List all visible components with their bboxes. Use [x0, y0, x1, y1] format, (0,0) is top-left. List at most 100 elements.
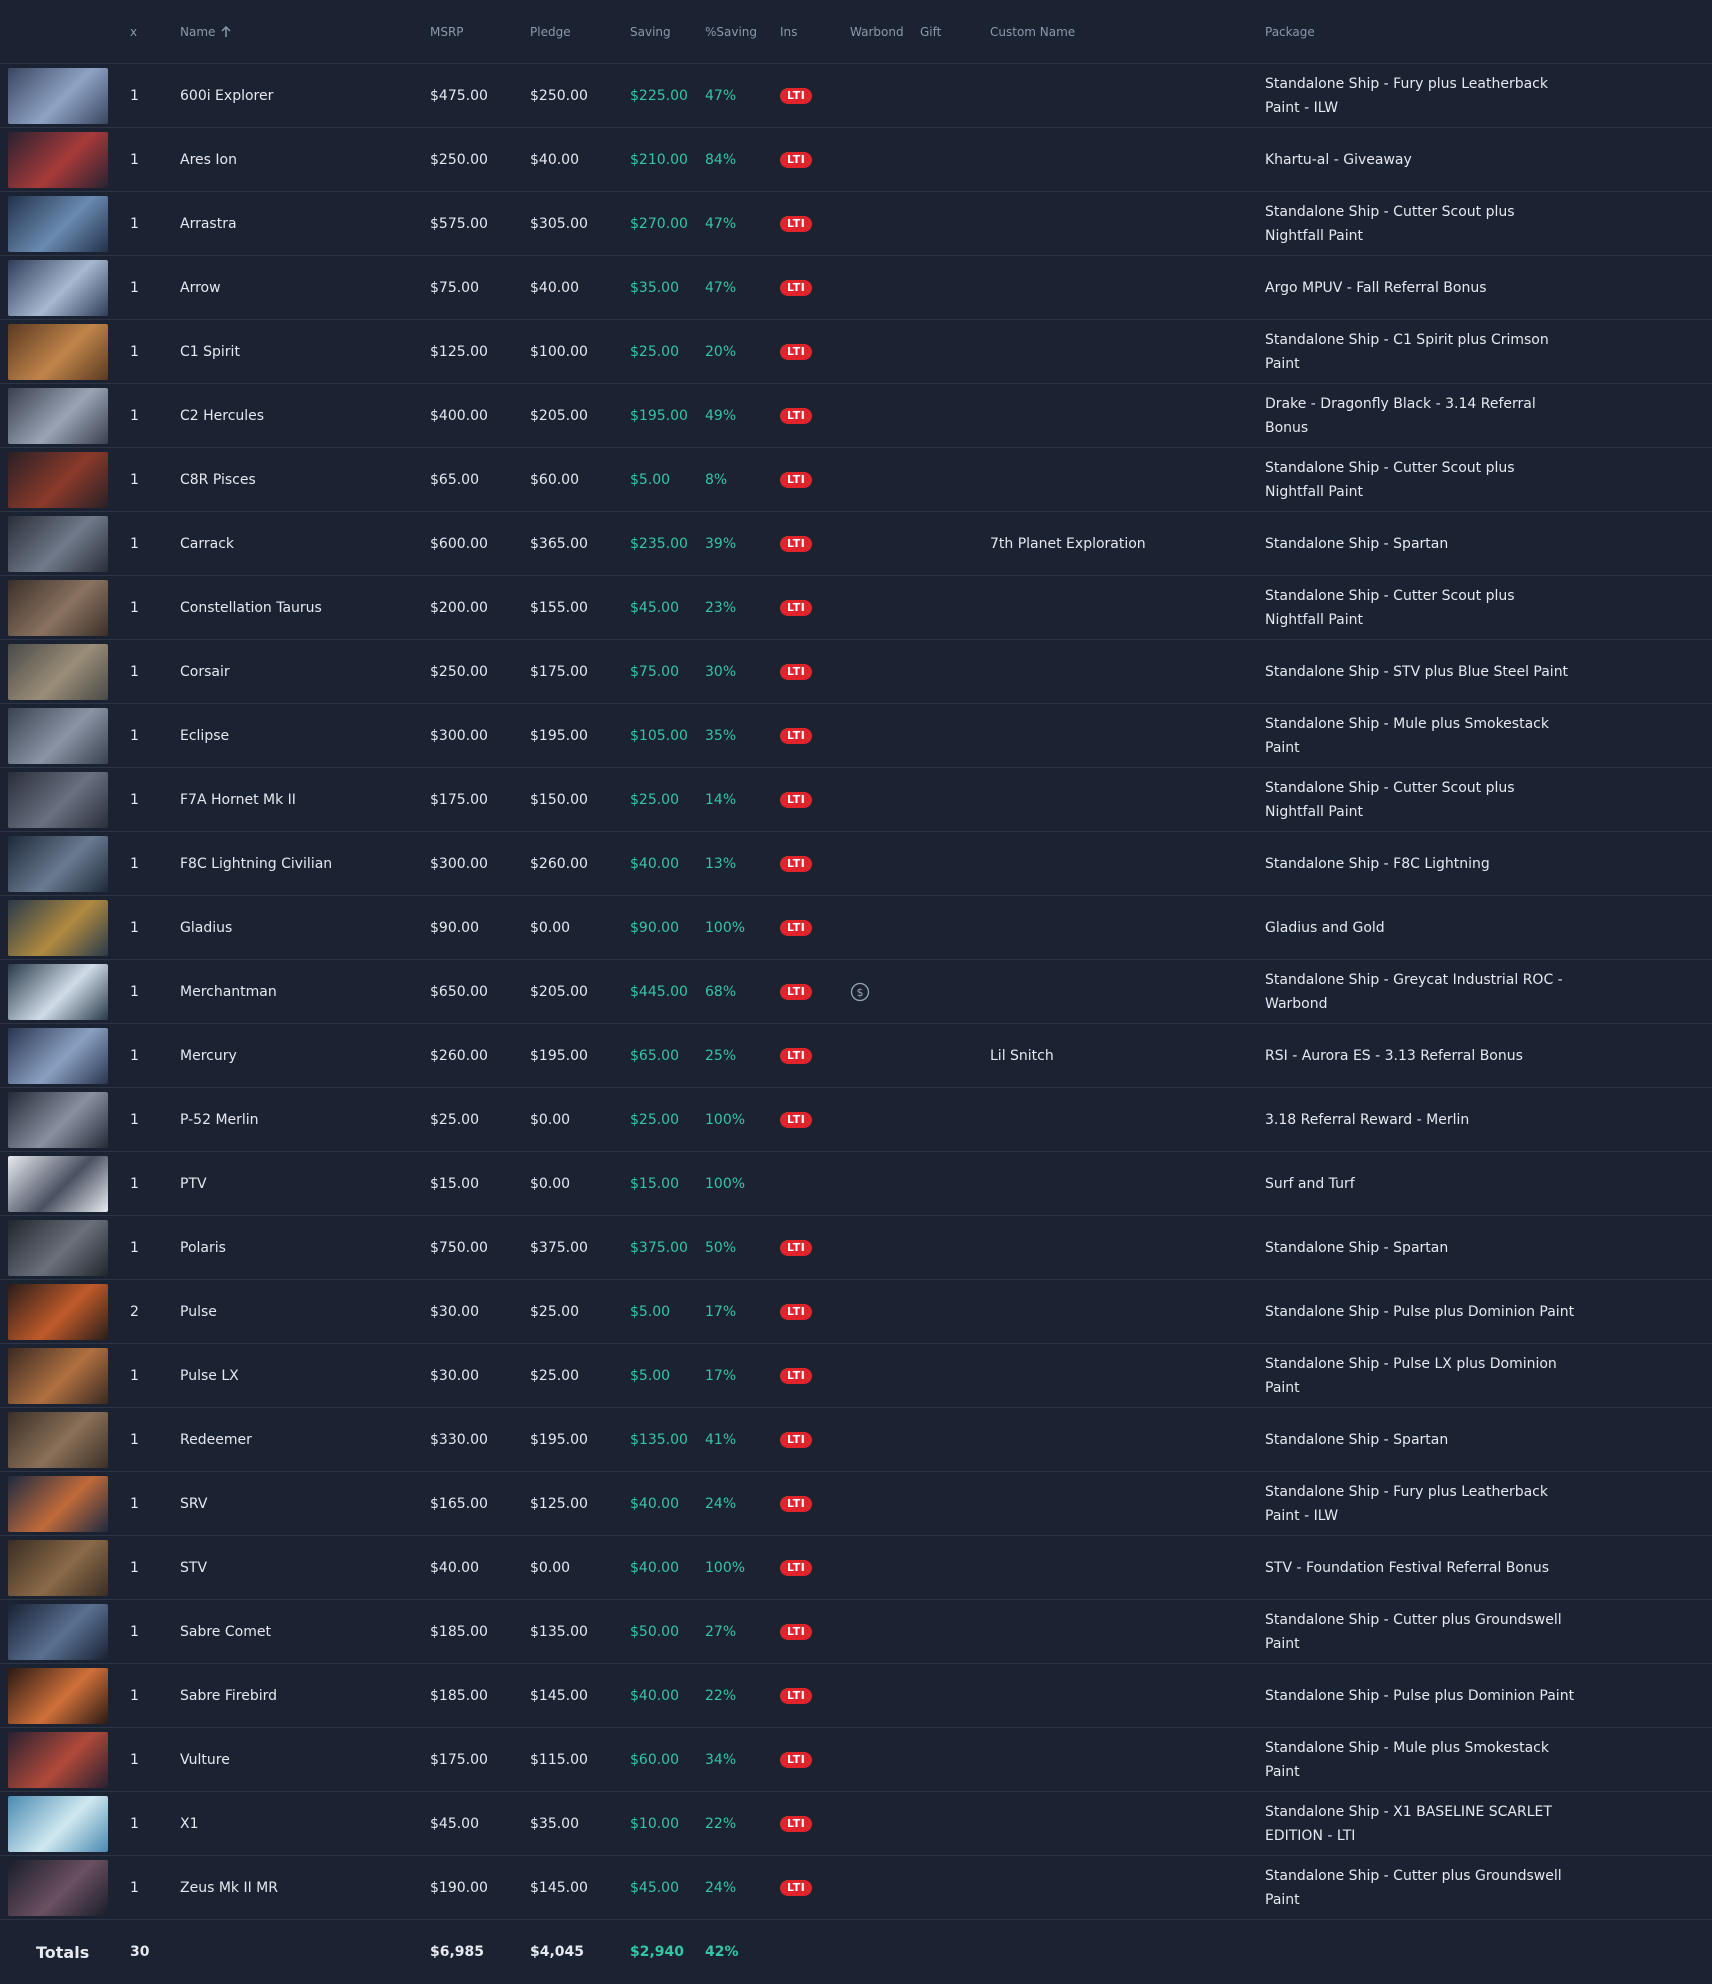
pct-saving-cell: 100%	[705, 1559, 746, 1576]
package-cell: STV - Foundation Festival Referral Bonus	[1265, 1559, 1549, 1576]
saving-cell: $105.00	[630, 727, 688, 744]
column-header-msrp[interactable]: MSRP	[430, 0, 464, 63]
table-row[interactable]: 1 Gladius $90.00 $0.00 $90.00 100% LTI $…	[0, 896, 1712, 960]
totals-count: 30	[130, 1944, 150, 1960]
lti-badge: LTI	[780, 1047, 813, 1064]
pledge-cell: $0.00	[530, 919, 571, 936]
saving-cell: $50.00	[630, 1623, 679, 1640]
totals-pledge: $4,045	[530, 1944, 585, 1960]
lti-badge: LTI	[780, 215, 813, 232]
quantity-cell: 1	[130, 1495, 139, 1512]
column-header-pledge[interactable]: Pledge	[530, 0, 571, 63]
ship-name-cell: Corsair	[180, 663, 230, 680]
table-row[interactable]: 1 600i Explorer $475.00 $250.00 $225.00 …	[0, 64, 1712, 128]
table-row[interactable]: 1 Constellation Taurus $200.00 $155.00 $…	[0, 576, 1712, 640]
ship-name-cell: Merchantman	[180, 983, 277, 1000]
table-row[interactable]: 1 Polaris $750.00 $375.00 $375.00 50% LT…	[0, 1216, 1712, 1280]
table-row[interactable]: 1 Merchantman $650.00 $205.00 $445.00 68…	[0, 960, 1712, 1024]
column-header-x[interactable]: x	[130, 0, 137, 63]
table-row[interactable]: 2 Pulse $30.00 $25.00 $5.00 17% LTI $ St…	[0, 1280, 1712, 1344]
ship-thumbnail	[8, 388, 108, 444]
saving-cell: $40.00	[630, 1559, 679, 1576]
table-row[interactable]: 1 Sabre Firebird $185.00 $145.00 $40.00 …	[0, 1664, 1712, 1728]
table-row[interactable]: 1 Zeus Mk II MR $190.00 $145.00 $45.00 2…	[0, 1856, 1712, 1920]
column-header-custom-name[interactable]: Custom Name	[990, 0, 1075, 63]
insurance-cell: LTI	[780, 1664, 813, 1727]
saving-cell: $40.00	[630, 1495, 679, 1512]
package-cell: Standalone Ship - F8C Lightning	[1265, 855, 1490, 872]
msrp-cell: $185.00	[430, 1687, 488, 1704]
msrp-cell: $250.00	[430, 151, 488, 168]
pledge-cell: $40.00	[530, 279, 579, 296]
column-header-package[interactable]: Package	[1265, 0, 1575, 63]
pledge-cell: $125.00	[530, 1495, 588, 1512]
msrp-cell: $600.00	[430, 535, 488, 552]
pct-saving-cell: 47%	[705, 279, 737, 296]
table-row[interactable]: 1 Vulture $175.00 $115.00 $60.00 34% LTI…	[0, 1728, 1712, 1792]
ship-name-cell: Arrastra	[180, 215, 237, 232]
saving-cell: $195.00	[630, 407, 688, 424]
lti-badge: LTI	[780, 1111, 813, 1128]
table-row[interactable]: 1 C1 Spirit $125.00 $100.00 $25.00 20% L…	[0, 320, 1712, 384]
table-row[interactable]: 1 Arrastra $575.00 $305.00 $270.00 47% L…	[0, 192, 1712, 256]
msrp-cell: $25.00	[430, 1111, 479, 1128]
msrp-cell: $125.00	[430, 343, 488, 360]
ship-thumbnail	[8, 452, 108, 508]
pct-saving-cell: 30%	[705, 663, 737, 680]
ship-name-cell: Zeus Mk II MR	[180, 1879, 278, 1896]
table-row[interactable]: 1 Eclipse $300.00 $195.00 $105.00 35% LT…	[0, 704, 1712, 768]
package-cell: Standalone Ship - Cutter Scout plus Nigh…	[1265, 587, 1515, 628]
column-header-name[interactable]: Name	[180, 0, 231, 63]
table-row[interactable]: 1 Sabre Comet $185.00 $135.00 $50.00 27%…	[0, 1600, 1712, 1664]
table-row[interactable]: 1 Redeemer $330.00 $195.00 $135.00 41% L…	[0, 1408, 1712, 1472]
msrp-cell: $330.00	[430, 1431, 488, 1448]
column-header-insurance[interactable]: Ins	[780, 0, 797, 63]
table-row[interactable]: 1 Pulse LX $30.00 $25.00 $5.00 17% LTI $…	[0, 1344, 1712, 1408]
msrp-cell: $300.00	[430, 855, 488, 872]
column-header-saving[interactable]: Saving	[630, 0, 671, 63]
pct-saving-cell: 24%	[705, 1879, 737, 1896]
table-row[interactable]: 1 F7A Hornet Mk II $175.00 $150.00 $25.0…	[0, 768, 1712, 832]
table-row[interactable]: 1 C8R Pisces $65.00 $60.00 $5.00 8% LTI …	[0, 448, 1712, 512]
table-row[interactable]: 1 Carrack $600.00 $365.00 $235.00 39% LT…	[0, 512, 1712, 576]
pct-saving-cell: 100%	[705, 1175, 746, 1192]
ship-name-cell: Eclipse	[180, 727, 230, 744]
insurance-cell: LTI	[780, 1472, 813, 1535]
pct-saving-cell: 49%	[705, 407, 737, 424]
table-row[interactable]: 1 F8C Lightning Civilian $300.00 $260.00…	[0, 832, 1712, 896]
saving-cell: $25.00	[630, 1111, 679, 1128]
ship-name-cell: Arrow	[180, 279, 221, 296]
lti-badge: LTI	[780, 1879, 813, 1896]
ship-name-cell: Redeemer	[180, 1431, 252, 1448]
table-row[interactable]: 1 Mercury $260.00 $195.00 $65.00 25% LTI…	[0, 1024, 1712, 1088]
column-header-gift[interactable]: Gift	[920, 0, 941, 63]
table-row[interactable]: 1 SRV $165.00 $125.00 $40.00 24% LTI $ S…	[0, 1472, 1712, 1536]
pct-saving-cell: 17%	[705, 1367, 737, 1384]
table-row[interactable]: 1 Ares Ion $250.00 $40.00 $210.00 84% LT…	[0, 128, 1712, 192]
table-row[interactable]: 1 STV $40.00 $0.00 $40.00 100% LTI $ STV…	[0, 1536, 1712, 1600]
table-body: 1 600i Explorer $475.00 $250.00 $225.00 …	[0, 64, 1712, 1920]
column-header-pct-saving[interactable]: %Saving	[705, 0, 757, 63]
saving-cell: $5.00	[630, 471, 671, 488]
msrp-cell: $15.00	[430, 1175, 479, 1192]
package-cell: Standalone Ship - Spartan	[1265, 1431, 1449, 1448]
ship-thumbnail	[8, 1476, 108, 1532]
ship-thumbnail	[8, 1732, 108, 1788]
saving-cell: $375.00	[630, 1239, 688, 1256]
table-row[interactable]: 1 P-52 Merlin $25.00 $0.00 $25.00 100% L…	[0, 1088, 1712, 1152]
table-row[interactable]: 1 C2 Hercules $400.00 $205.00 $195.00 49…	[0, 384, 1712, 448]
lti-badge: LTI	[780, 1559, 813, 1576]
lti-badge: LTI	[780, 343, 813, 360]
pledge-cell: $195.00	[530, 727, 588, 744]
table-row[interactable]: 1 X1 $45.00 $35.00 $10.00 22% LTI $ Stan…	[0, 1792, 1712, 1856]
table-row[interactable]: 1 Corsair $250.00 $175.00 $75.00 30% LTI…	[0, 640, 1712, 704]
table-row[interactable]: 1 Arrow $75.00 $40.00 $35.00 47% LTI $ A…	[0, 256, 1712, 320]
msrp-cell: $175.00	[430, 1751, 488, 1768]
insurance-cell: LTI	[780, 832, 813, 895]
ship-thumbnail	[8, 1604, 108, 1660]
pledge-cell: $35.00	[530, 1815, 579, 1832]
table-row[interactable]: 1 PTV $15.00 $0.00 $15.00 100% $ Surf an…	[0, 1152, 1712, 1216]
pledge-cell: $0.00	[530, 1175, 571, 1192]
saving-cell: $40.00	[630, 855, 679, 872]
column-header-warbond[interactable]: Warbond	[850, 0, 904, 63]
